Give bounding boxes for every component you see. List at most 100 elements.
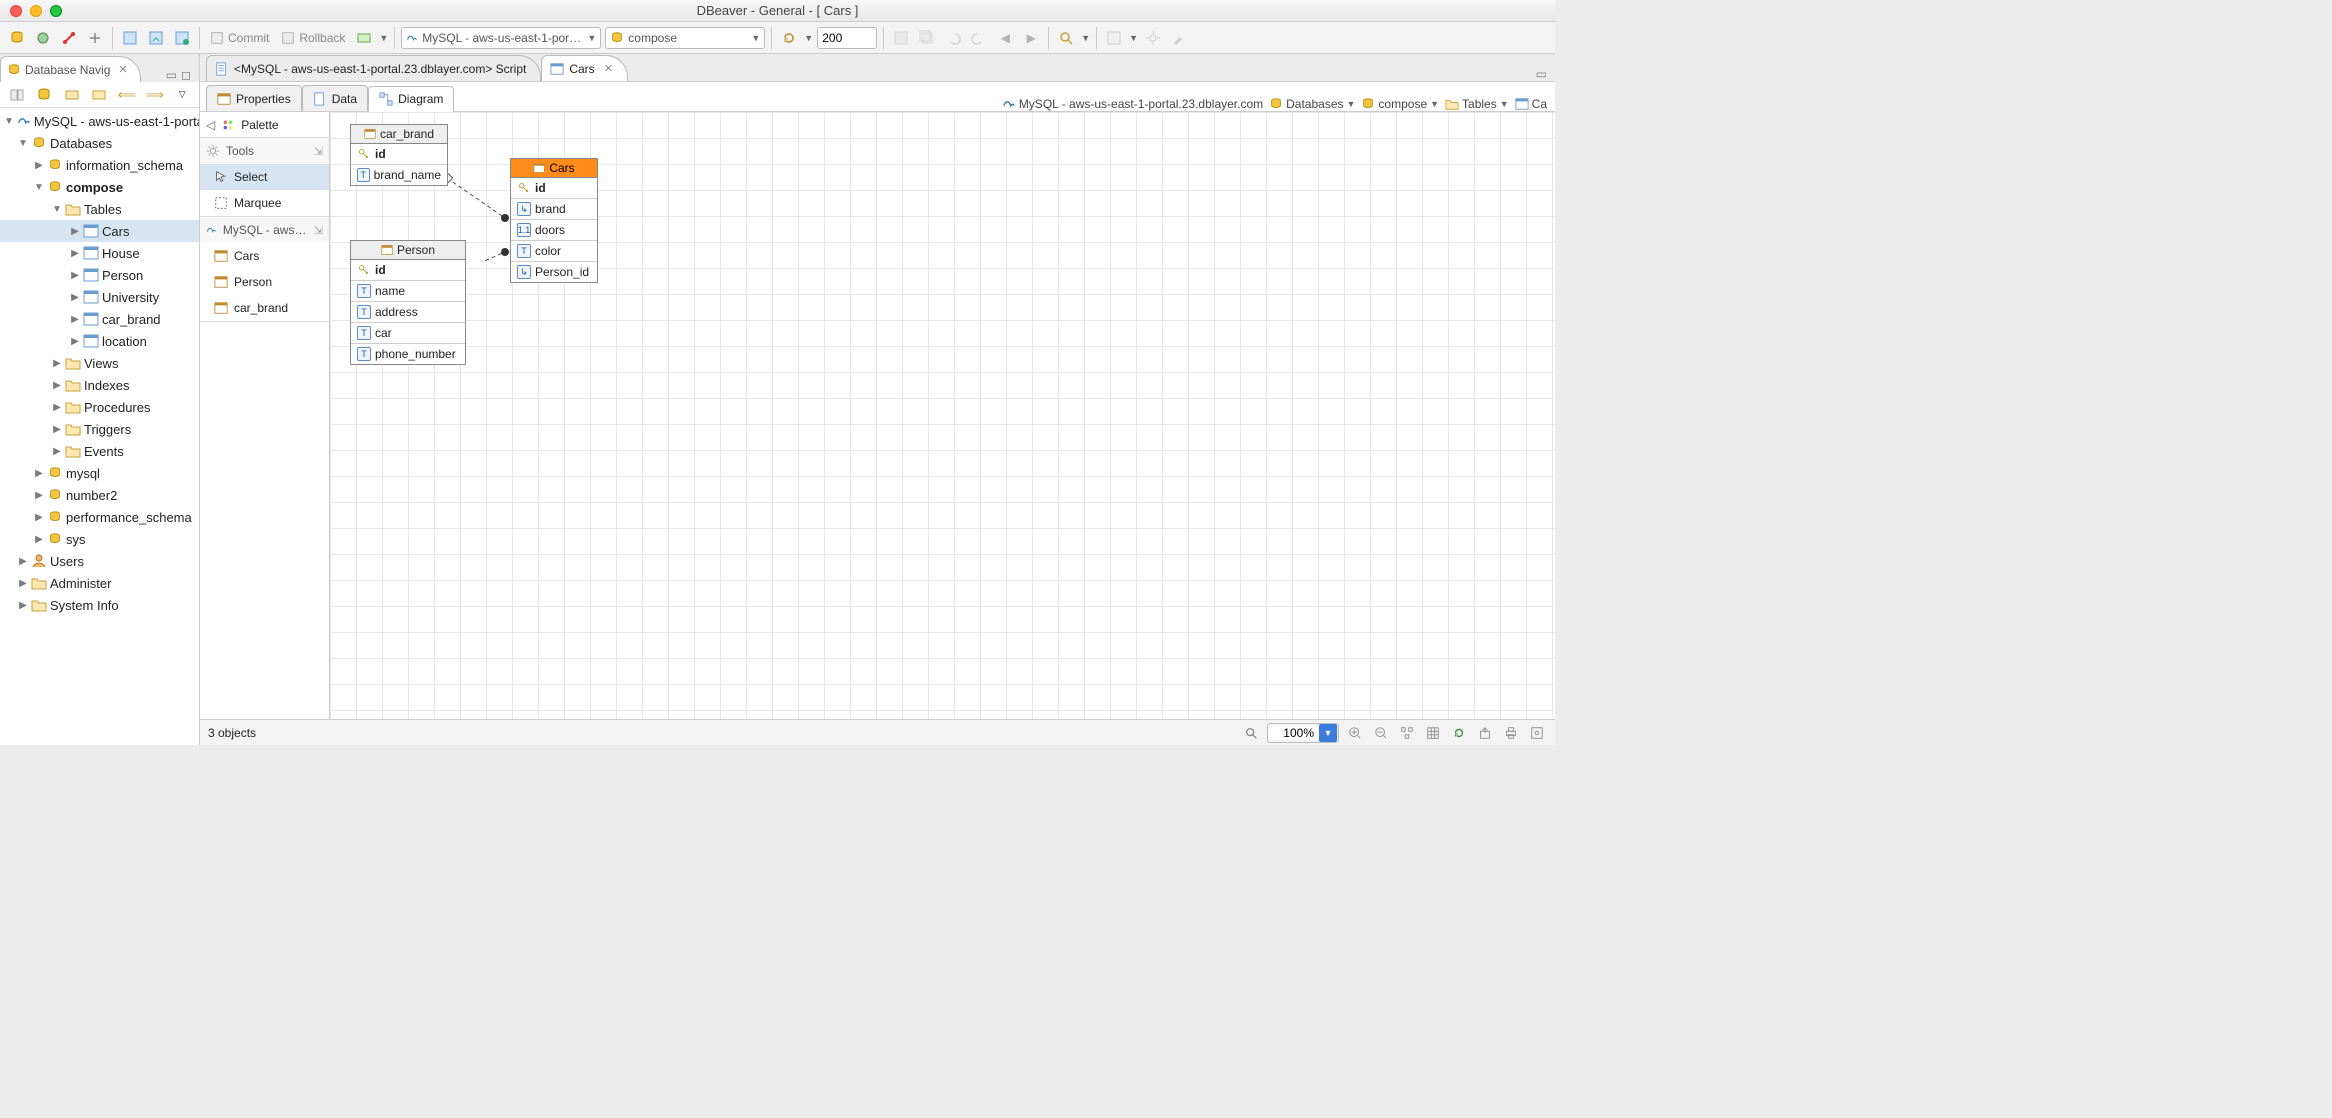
zoom-control[interactable]: ▼ <box>1267 723 1339 743</box>
refresh-icon[interactable] <box>778 27 800 49</box>
grid-icon[interactable] <box>1423 723 1443 743</box>
zoom-input[interactable] <box>1268 726 1318 740</box>
er-table-person[interactable]: Person id Tname Taddress Tcar Tphone_num… <box>350 240 466 365</box>
editor-tab-script[interactable]: <MySQL - aws-us-east-1-portal.23.dblayer… <box>206 55 541 81</box>
view-menu-icon[interactable]: ▽ <box>171 84 193 106</box>
sql-editor-icon[interactable] <box>119 27 141 49</box>
subtab-properties[interactable]: Properties <box>206 85 302 111</box>
palette-table-car-brand[interactable]: car_brand <box>200 295 329 321</box>
rollback-button[interactable]: Rollback <box>277 27 349 49</box>
tree-table-car-brand[interactable]: car_brand <box>0 308 199 330</box>
navigator-tree[interactable]: MySQL - aws-us-east-1-portal.2 Databases… <box>0 108 199 745</box>
redo-icon[interactable] <box>968 27 990 49</box>
tree-db-information-schema[interactable]: information_schema <box>0 154 199 176</box>
save-all-icon[interactable] <box>916 27 938 49</box>
tree-db-performance-schema[interactable]: performance_schema <box>0 506 199 528</box>
tree-indexes[interactable]: Indexes <box>0 374 199 396</box>
subtab-data[interactable]: Data <box>302 85 368 111</box>
new-connection-icon[interactable] <box>6 27 28 49</box>
connection-dropdown[interactable]: MySQL - aws-us-east-1-portal.23.dl ▼ <box>401 27 601 49</box>
maximize-view-icon[interactable]: ◻ <box>181 68 191 82</box>
minimize-view-icon[interactable]: ▭ <box>166 68 177 82</box>
layout-icon[interactable] <box>1397 723 1417 743</box>
tree-table-house[interactable]: House <box>0 242 199 264</box>
bc-tables[interactable]: Tables▼ <box>1445 97 1509 111</box>
pin-icon[interactable]: ⇲ <box>314 145 323 158</box>
zoom-in-icon[interactable] <box>1345 723 1365 743</box>
new-sql-icon[interactable] <box>171 27 193 49</box>
connect-icon[interactable] <box>58 27 80 49</box>
tree-table-location[interactable]: location <box>0 330 199 352</box>
zoom-window-button[interactable] <box>50 5 62 17</box>
refresh-icon[interactable] <box>1449 723 1469 743</box>
editor-tab-cars[interactable]: Cars ✕ <box>541 55 628 81</box>
tree-procedures[interactable]: Procedures <box>0 396 199 418</box>
disconnect-icon[interactable] <box>84 27 106 49</box>
tree-connection[interactable]: MySQL - aws-us-east-1-portal.2 <box>0 110 199 132</box>
tree-users[interactable]: Users <box>0 550 199 572</box>
print-icon[interactable] <box>1501 723 1521 743</box>
close-icon[interactable]: ✕ <box>118 63 127 76</box>
gear-icon[interactable] <box>1142 27 1164 49</box>
tree-triggers[interactable]: Triggers <box>0 418 199 440</box>
palette-tool-marquee[interactable]: Marquee <box>200 190 329 216</box>
tree-table-university[interactable]: University <box>0 286 199 308</box>
undo-icon[interactable] <box>942 27 964 49</box>
bc-connection[interactable]: MySQL - aws-us-east-1-portal.23.dblayer.… <box>1002 97 1263 111</box>
zoom-dropdown-icon[interactable]: ▼ <box>1319 724 1337 742</box>
palette-table-cars[interactable]: Cars <box>200 243 329 269</box>
pin-icon[interactable]: ⇲ <box>314 224 323 237</box>
commit-button[interactable]: Commit <box>206 27 273 49</box>
new-connection-cloud-icon[interactable] <box>32 27 54 49</box>
minimize-editor-icon[interactable]: ▭ <box>1536 67 1555 81</box>
row-limit-input[interactable] <box>817 27 877 49</box>
close-window-button[interactable] <box>10 5 22 17</box>
tree-db-number2[interactable]: number2 <box>0 484 199 506</box>
nav-fwd-icon[interactable]: ⟹ <box>144 84 166 106</box>
back-icon[interactable]: ◀ <box>994 27 1016 49</box>
tree-views[interactable]: Views <box>0 352 199 374</box>
export-icon[interactable] <box>1475 723 1495 743</box>
tree-tables[interactable]: Tables <box>0 198 199 220</box>
search-icon[interactable] <box>1241 723 1261 743</box>
navigator-tab[interactable]: Database Navig ✕ <box>0 56 141 82</box>
new-object-icon[interactable] <box>1103 27 1125 49</box>
search-icon[interactable] <box>1055 27 1077 49</box>
palette-table-person[interactable]: Person <box>200 269 329 295</box>
tree-table-cars[interactable]: Cars <box>0 220 199 242</box>
diagram-canvas[interactable]: car_brand id Tbrand_name Person id Tname… <box>330 112 1555 719</box>
palette-section-connection[interactable]: MySQL - aws-us-e... ⇲ <box>200 217 329 243</box>
db-filter-icon[interactable] <box>34 84 56 106</box>
forward-icon[interactable]: ▶ <box>1020 27 1042 49</box>
collapse-all-icon[interactable] <box>61 84 83 106</box>
close-icon[interactable]: ✕ <box>604 62 613 75</box>
nav-back-icon[interactable]: ⟸ <box>116 84 138 106</box>
tree-db-compose[interactable]: compose <box>0 176 199 198</box>
tree-table-person[interactable]: Person <box>0 264 199 286</box>
expand-all-icon[interactable] <box>89 84 111 106</box>
link-editor-icon[interactable] <box>6 84 28 106</box>
tree-databases[interactable]: Databases <box>0 132 199 154</box>
er-table-car-brand[interactable]: car_brand id Tbrand_name <box>350 124 448 186</box>
schema-dropdown[interactable]: compose ▼ <box>605 27 765 49</box>
tree-events[interactable]: Events <box>0 440 199 462</box>
bc-databases[interactable]: Databases▼ <box>1269 97 1355 111</box>
bc-db-compose[interactable]: compose▼ <box>1361 97 1439 111</box>
palette-header[interactable]: ◁ Palette <box>200 112 329 138</box>
tools-icon[interactable] <box>1168 27 1190 49</box>
tree-db-mysql[interactable]: mysql <box>0 462 199 484</box>
minimize-window-button[interactable] <box>30 5 42 17</box>
save-icon[interactable] <box>890 27 912 49</box>
zoom-out-icon[interactable] <box>1371 723 1391 743</box>
palette-tool-select[interactable]: Select <box>200 164 329 190</box>
tx-mode-icon[interactable] <box>353 27 375 49</box>
tree-administer[interactable]: Administer <box>0 572 199 594</box>
palette-section-tools[interactable]: Tools ⇲ <box>200 138 329 164</box>
tree-system-info[interactable]: System Info <box>0 594 199 616</box>
er-table-cars[interactable]: Cars id ↳brand 1.1doors Tcolor ↳Person_i… <box>510 158 598 283</box>
recent-sql-icon[interactable] <box>145 27 167 49</box>
subtab-diagram[interactable]: Diagram <box>368 86 454 112</box>
bc-table[interactable]: Ca <box>1515 97 1547 111</box>
settings-icon[interactable] <box>1527 723 1547 743</box>
palette-back-icon[interactable]: ◁ <box>206 118 215 132</box>
